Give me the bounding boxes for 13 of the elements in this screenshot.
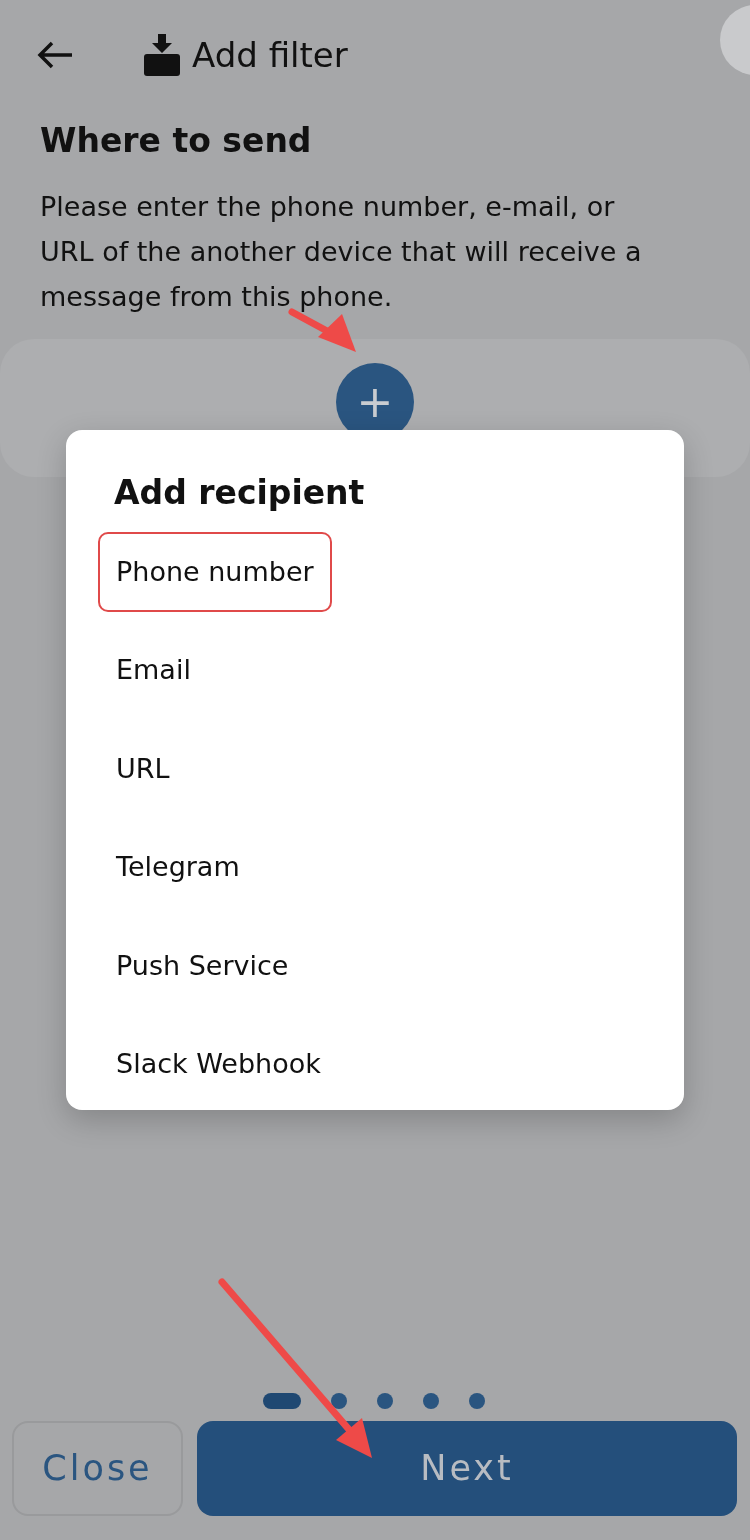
recipient-option[interactable]: Push Service	[98, 925, 307, 1006]
recipient-option[interactable]: Telegram	[98, 827, 258, 908]
recipient-option[interactable]: Email	[98, 630, 209, 711]
section-title: Where to send	[40, 120, 313, 162]
recipient-option[interactable]: URL	[98, 728, 188, 809]
screen-title: Add filter	[192, 33, 348, 77]
recipient-option[interactable]: Slack Webhook	[98, 1024, 339, 1105]
sms-download-icon	[142, 34, 182, 76]
next-button[interactable]: Next	[197, 1421, 737, 1516]
dialog-title: Add recipient	[114, 472, 366, 514]
section-description: Please enter the phone number, e-mail, or URL of the another device that will receive a message from this phone.	[40, 189, 643, 314]
back-icon[interactable]	[36, 40, 74, 70]
recipient-option[interactable]: Phone number	[98, 531, 332, 612]
